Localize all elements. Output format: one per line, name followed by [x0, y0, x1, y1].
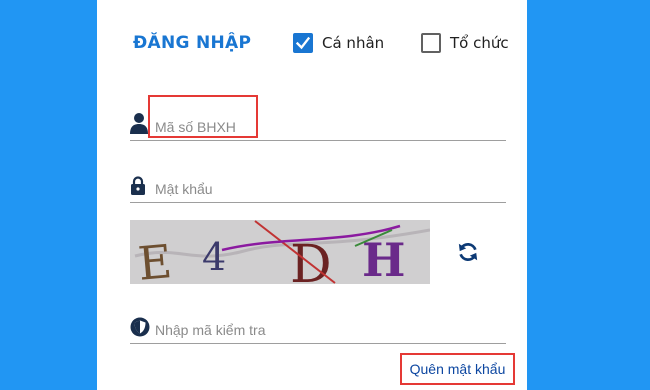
captcha-char-1: E: [136, 234, 174, 284]
lock-icon: [131, 176, 145, 195]
captcha-field: [130, 313, 506, 344]
shield-icon: [130, 317, 150, 337]
check-icon: [295, 36, 311, 50]
account-type-organization[interactable]: Tổ chức: [421, 33, 509, 53]
captcha-input[interactable]: [155, 322, 485, 338]
checkbox-organization[interactable]: [421, 33, 441, 53]
captcha-char-2: 4: [202, 235, 226, 279]
account-type-personal[interactable]: Cá nhân: [293, 33, 384, 53]
checkbox-personal[interactable]: [293, 33, 313, 53]
account-type-organization-label: Tổ chức: [450, 34, 509, 52]
account-type-personal-label: Cá nhân: [322, 34, 385, 52]
captcha-image: E 4 D H: [130, 220, 430, 284]
page-title: ĐĂNG NHẬP: [133, 33, 252, 53]
forgot-password-link[interactable]: Quên mật khẩu: [410, 361, 506, 377]
password-input[interactable]: [155, 181, 485, 197]
username-highlight: [148, 95, 258, 138]
login-panel: ĐĂNG NHẬP Cá nhân Tổ chức E 4 D: [97, 0, 527, 390]
forgot-password-highlight: Quên mật khẩu: [400, 353, 515, 385]
password-field: [130, 172, 506, 203]
person-icon: [130, 113, 148, 134]
refresh-icon[interactable]: [457, 241, 479, 263]
